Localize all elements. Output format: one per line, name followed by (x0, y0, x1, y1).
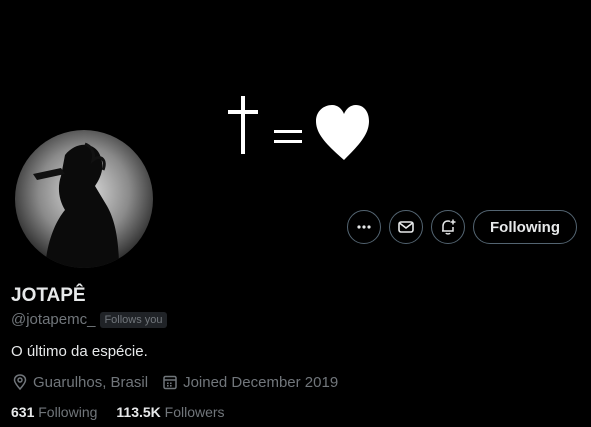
following-button[interactable]: Following (473, 210, 577, 244)
location-icon (13, 374, 27, 391)
following-label: Following (38, 404, 98, 420)
message-button[interactable] (389, 210, 424, 244)
more-icon (357, 225, 371, 229)
location-item: Guarulhos, Brasil (11, 373, 148, 391)
followers-stat[interactable]: 113.5K Followers (116, 404, 224, 420)
profile-bio: O último da espécie. (11, 343, 148, 360)
avatar[interactable] (13, 128, 155, 270)
equals-icon (274, 130, 302, 143)
profile-meta: Guarulhos, Brasil Joined December 2019 (11, 373, 351, 391)
followers-count: 113.5K (116, 404, 161, 420)
profile-actions: Following (347, 210, 577, 244)
avatar-image (15, 130, 153, 268)
profile-stats: 631 Following 113.5K Followers (11, 404, 244, 420)
followers-label: Followers (164, 404, 225, 420)
profile-page: Following JOTAPÊ @jotapemc_ Follows you … (0, 0, 591, 427)
profile-handle: @jotapemc_ (11, 311, 96, 328)
follows-you-badge: Follows you (100, 311, 167, 328)
handle-row: @jotapemc_ Follows you (11, 311, 167, 328)
notifications-button[interactable] (431, 210, 466, 244)
joined-text: Joined December 2019 (183, 373, 339, 391)
profile-name: JOTAPÊ (11, 285, 86, 306)
calendar-icon (163, 375, 177, 390)
cross-icon (228, 96, 258, 154)
location-text: Guarulhos, Brasil (33, 373, 149, 391)
banner-art (228, 96, 369, 160)
bell-plus-icon (442, 219, 456, 235)
following-stat[interactable]: 631 Following (11, 404, 97, 420)
joined-item: Joined December 2019 (161, 373, 338, 391)
more-button[interactable] (347, 210, 382, 244)
heart-icon (316, 105, 369, 160)
following-count: 631 (11, 404, 35, 420)
mail-icon (398, 221, 414, 233)
